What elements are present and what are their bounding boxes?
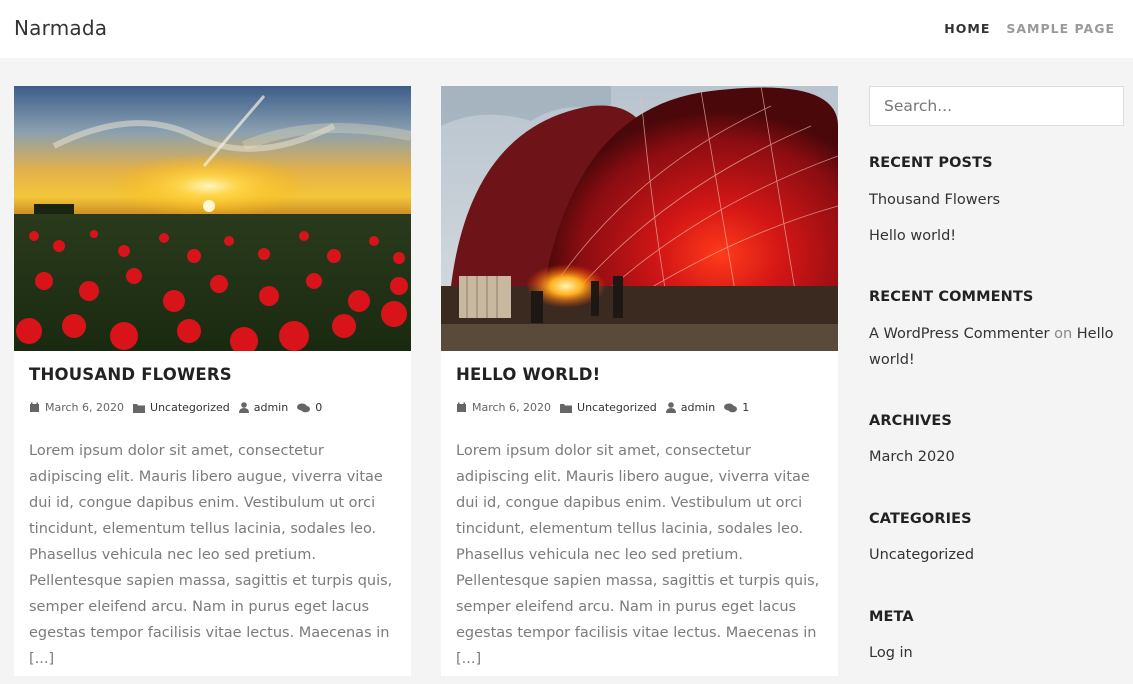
recent-posts-title: RECENT POSTS — [869, 155, 993, 171]
meta-title: META — [869, 609, 914, 625]
post-author[interactable]: admin — [665, 401, 715, 414]
comment-on-text: on — [1054, 326, 1073, 342]
post-card: THOUSAND FLOWERS March 6, 2020 Uncategor… — [14, 86, 411, 676]
post-title[interactable]: HELLO WORLD! — [456, 365, 600, 384]
folder-icon — [560, 403, 573, 413]
post-thumbnail-poppy-field[interactable] — [14, 86, 411, 351]
nav-home-link[interactable]: HOME — [944, 21, 990, 36]
archive-link[interactable]: March 2020 — [869, 449, 955, 465]
comments-icon — [724, 403, 738, 412]
search-input[interactable] — [869, 86, 1124, 126]
post-title[interactable]: THOUSAND FLOWERS — [29, 365, 232, 384]
post-category[interactable]: Uncategorized — [560, 401, 657, 414]
comment-author-link[interactable]: A WordPress Commenter — [869, 326, 1050, 342]
post-excerpt: Lorem ipsum dolor sit amet, consectetur … — [29, 443, 393, 667]
site-title[interactable]: Narmada — [14, 16, 107, 40]
main-nav: HOME SAMPLE PAGE — [944, 21, 1115, 36]
post-date[interactable]: March 6, 2020 — [29, 401, 124, 414]
nav-sample-page-link[interactable]: SAMPLE PAGE — [1006, 21, 1115, 36]
categories-title: CATEGORIES — [869, 511, 972, 527]
post-date[interactable]: March 6, 2020 — [456, 401, 551, 414]
post-thumbnail-hot-air-balloon[interactable] — [441, 86, 838, 351]
recent-post-link[interactable]: Thousand Flowers — [869, 192, 1000, 208]
post-meta: March 6, 2020 Uncategorized admin 1 — [456, 401, 758, 414]
post-card: HELLO WORLD! March 6, 2020 Uncategorized… — [441, 86, 838, 676]
post-category[interactable]: Uncategorized — [133, 401, 230, 414]
calendar-icon — [457, 402, 466, 412]
recent-comments-title: RECENT COMMENTS — [869, 289, 1034, 305]
archives-title: ARCHIVES — [869, 413, 952, 429]
post-excerpt: Lorem ipsum dolor sit amet, consectetur … — [456, 443, 820, 667]
recent-comment: A WordPress Commenter on Hello world! — [869, 321, 1124, 373]
calendar-icon — [30, 402, 39, 412]
post-meta: March 6, 2020 Uncategorized admin 0 — [29, 401, 331, 414]
post-comments[interactable]: 1 — [724, 401, 749, 414]
category-link[interactable]: Uncategorized — [869, 547, 974, 563]
user-icon — [238, 402, 249, 413]
post-comments[interactable]: 0 — [297, 401, 322, 414]
site-header: Narmada HOME SAMPLE PAGE — [0, 0, 1133, 58]
comments-icon — [297, 403, 311, 412]
post-author[interactable]: admin — [238, 401, 288, 414]
folder-icon — [133, 403, 146, 413]
recent-post-link[interactable]: Hello world! — [869, 228, 956, 244]
user-icon — [665, 402, 676, 413]
sidebar: RECENT POSTS Thousand Flowers Hello worl… — [869, 86, 1124, 661]
login-link[interactable]: Log in — [869, 645, 913, 661]
